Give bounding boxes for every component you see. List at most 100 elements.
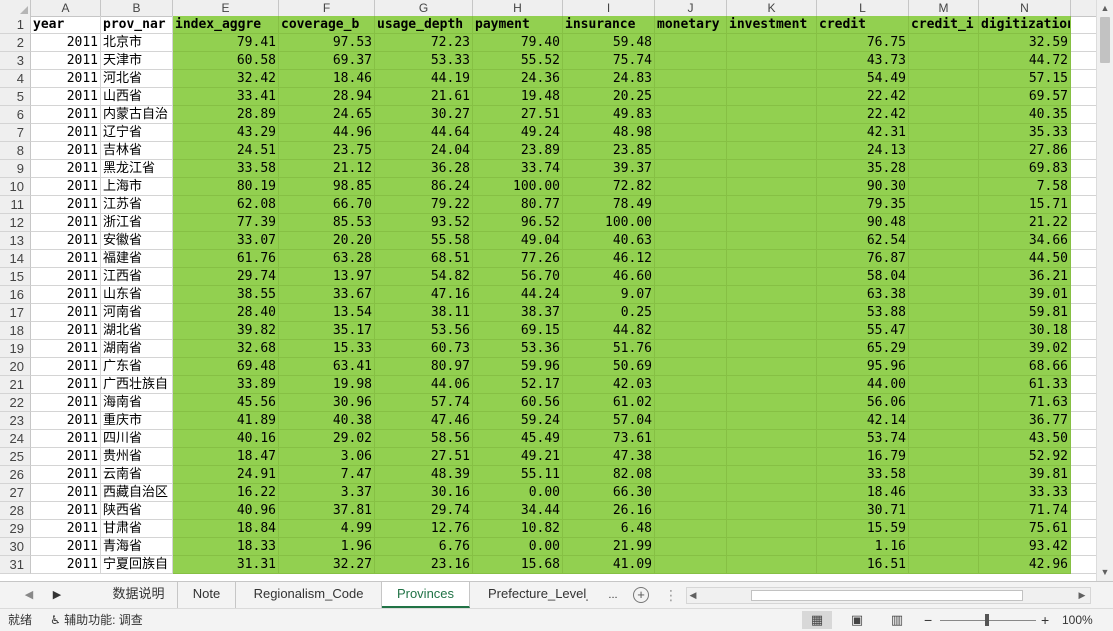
cell[interactable] bbox=[655, 358, 727, 376]
cell[interactable] bbox=[727, 484, 817, 502]
cell[interactable]: 2011 bbox=[31, 484, 101, 502]
cell[interactable] bbox=[909, 466, 979, 484]
row-number[interactable]: 24 bbox=[0, 430, 31, 448]
zoom-slider-thumb[interactable] bbox=[985, 614, 989, 626]
cell[interactable] bbox=[909, 484, 979, 502]
cell[interactable] bbox=[1071, 250, 1096, 268]
cell[interactable]: 33.67 bbox=[279, 286, 375, 304]
column-header-A[interactable]: A bbox=[31, 0, 101, 16]
cell[interactable]: 71.63 bbox=[979, 394, 1071, 412]
horizontal-scrollbar[interactable]: ◀ ▶ bbox=[686, 587, 1091, 604]
cell[interactable]: 44.50 bbox=[979, 250, 1071, 268]
cell[interactable] bbox=[1071, 412, 1096, 430]
cell[interactable]: 江西省 bbox=[101, 268, 173, 286]
header-cell[interactable]: payment bbox=[473, 16, 563, 34]
cell[interactable] bbox=[1071, 538, 1096, 556]
cell[interactable]: 44.24 bbox=[473, 286, 563, 304]
column-header-K[interactable]: K bbox=[727, 0, 817, 16]
cell[interactable]: 43.50 bbox=[979, 430, 1071, 448]
row-number[interactable]: 5 bbox=[0, 88, 31, 106]
cell[interactable] bbox=[909, 178, 979, 196]
cell[interactable]: 32.68 bbox=[173, 340, 279, 358]
cell[interactable]: 40.35 bbox=[979, 106, 1071, 124]
cell[interactable] bbox=[727, 34, 817, 52]
cell[interactable]: 13.97 bbox=[279, 268, 375, 286]
cell[interactable]: 66.30 bbox=[563, 484, 655, 502]
cell[interactable]: 12.76 bbox=[375, 520, 473, 538]
cell[interactable]: 26.16 bbox=[563, 502, 655, 520]
cell[interactable] bbox=[1071, 34, 1096, 52]
cell[interactable] bbox=[1071, 88, 1096, 106]
cell[interactable]: 河南省 bbox=[101, 304, 173, 322]
cell[interactable]: 40.63 bbox=[563, 232, 655, 250]
cell[interactable]: 69.83 bbox=[979, 160, 1071, 178]
cell[interactable]: 95.96 bbox=[817, 358, 909, 376]
cell[interactable]: 33.58 bbox=[173, 160, 279, 178]
cell[interactable] bbox=[909, 304, 979, 322]
row-number[interactable]: 25 bbox=[0, 448, 31, 466]
cell[interactable]: 28.94 bbox=[279, 88, 375, 106]
cell[interactable] bbox=[655, 268, 727, 286]
cell[interactable]: 34.44 bbox=[473, 502, 563, 520]
normal-view-button[interactable]: ▦ bbox=[802, 611, 832, 629]
cell[interactable]: 2011 bbox=[31, 124, 101, 142]
cell[interactable] bbox=[727, 466, 817, 484]
cell[interactable]: 36.21 bbox=[979, 268, 1071, 286]
more-tabs-button[interactable]: ... bbox=[604, 582, 622, 608]
cell[interactable]: 4.99 bbox=[279, 520, 375, 538]
cell[interactable]: 47.16 bbox=[375, 286, 473, 304]
cell[interactable]: 30.27 bbox=[375, 106, 473, 124]
cell[interactable]: 33.89 bbox=[173, 376, 279, 394]
row-number[interactable]: 12 bbox=[0, 214, 31, 232]
cell[interactable] bbox=[655, 88, 727, 106]
cell[interactable]: 44.19 bbox=[375, 70, 473, 88]
cell[interactable]: 42.31 bbox=[817, 124, 909, 142]
cell[interactable]: 2011 bbox=[31, 520, 101, 538]
cell[interactable] bbox=[727, 196, 817, 214]
cell[interactable] bbox=[1071, 268, 1096, 286]
cell[interactable]: 福建省 bbox=[101, 250, 173, 268]
cell[interactable]: 24.04 bbox=[375, 142, 473, 160]
cell[interactable] bbox=[1071, 376, 1096, 394]
cell[interactable] bbox=[727, 520, 817, 538]
cell[interactable] bbox=[909, 286, 979, 304]
cell[interactable]: 24.13 bbox=[817, 142, 909, 160]
cell[interactable]: 41.89 bbox=[173, 412, 279, 430]
cell[interactable]: 37.81 bbox=[279, 502, 375, 520]
cell[interactable] bbox=[727, 394, 817, 412]
accessibility-status[interactable]: ♿ 辅助功能: 调查 bbox=[50, 609, 143, 631]
cell[interactable]: 65.29 bbox=[817, 340, 909, 358]
cell[interactable]: 79.40 bbox=[473, 34, 563, 52]
cell[interactable]: 24.83 bbox=[563, 70, 655, 88]
cell[interactable] bbox=[1071, 16, 1096, 34]
cell[interactable]: 27.51 bbox=[375, 448, 473, 466]
cell[interactable]: 36.77 bbox=[979, 412, 1071, 430]
cell[interactable]: 29.74 bbox=[375, 502, 473, 520]
cell[interactable]: 2011 bbox=[31, 556, 101, 574]
cell[interactable] bbox=[1071, 394, 1096, 412]
cell[interactable]: 39.37 bbox=[563, 160, 655, 178]
row-number[interactable]: 22 bbox=[0, 394, 31, 412]
cell[interactable] bbox=[727, 376, 817, 394]
cell[interactable]: 100.00 bbox=[473, 178, 563, 196]
cell[interactable] bbox=[909, 52, 979, 70]
cell[interactable]: 16.22 bbox=[173, 484, 279, 502]
cell[interactable]: 68.66 bbox=[979, 358, 1071, 376]
cell[interactable]: 44.06 bbox=[375, 376, 473, 394]
cell[interactable]: 23.89 bbox=[473, 142, 563, 160]
cell[interactable] bbox=[655, 394, 727, 412]
cell[interactable] bbox=[727, 538, 817, 556]
cell[interactable]: 青海省 bbox=[101, 538, 173, 556]
column-header-J[interactable]: J bbox=[655, 0, 727, 16]
cell[interactable]: 2011 bbox=[31, 70, 101, 88]
cell[interactable]: 33.33 bbox=[979, 484, 1071, 502]
cell[interactable]: 35.28 bbox=[817, 160, 909, 178]
cell[interactable] bbox=[727, 214, 817, 232]
row-number[interactable]: 23 bbox=[0, 412, 31, 430]
cell[interactable] bbox=[909, 70, 979, 88]
cell[interactable]: 18.47 bbox=[173, 448, 279, 466]
spreadsheet-grid[interactable]: ABEFGHIJKLMN 1 year prov_nar index_aggre cov… bbox=[0, 0, 1096, 581]
cell[interactable]: 19.48 bbox=[473, 88, 563, 106]
cell[interactable]: 100.00 bbox=[563, 214, 655, 232]
cell[interactable]: 2011 bbox=[31, 232, 101, 250]
